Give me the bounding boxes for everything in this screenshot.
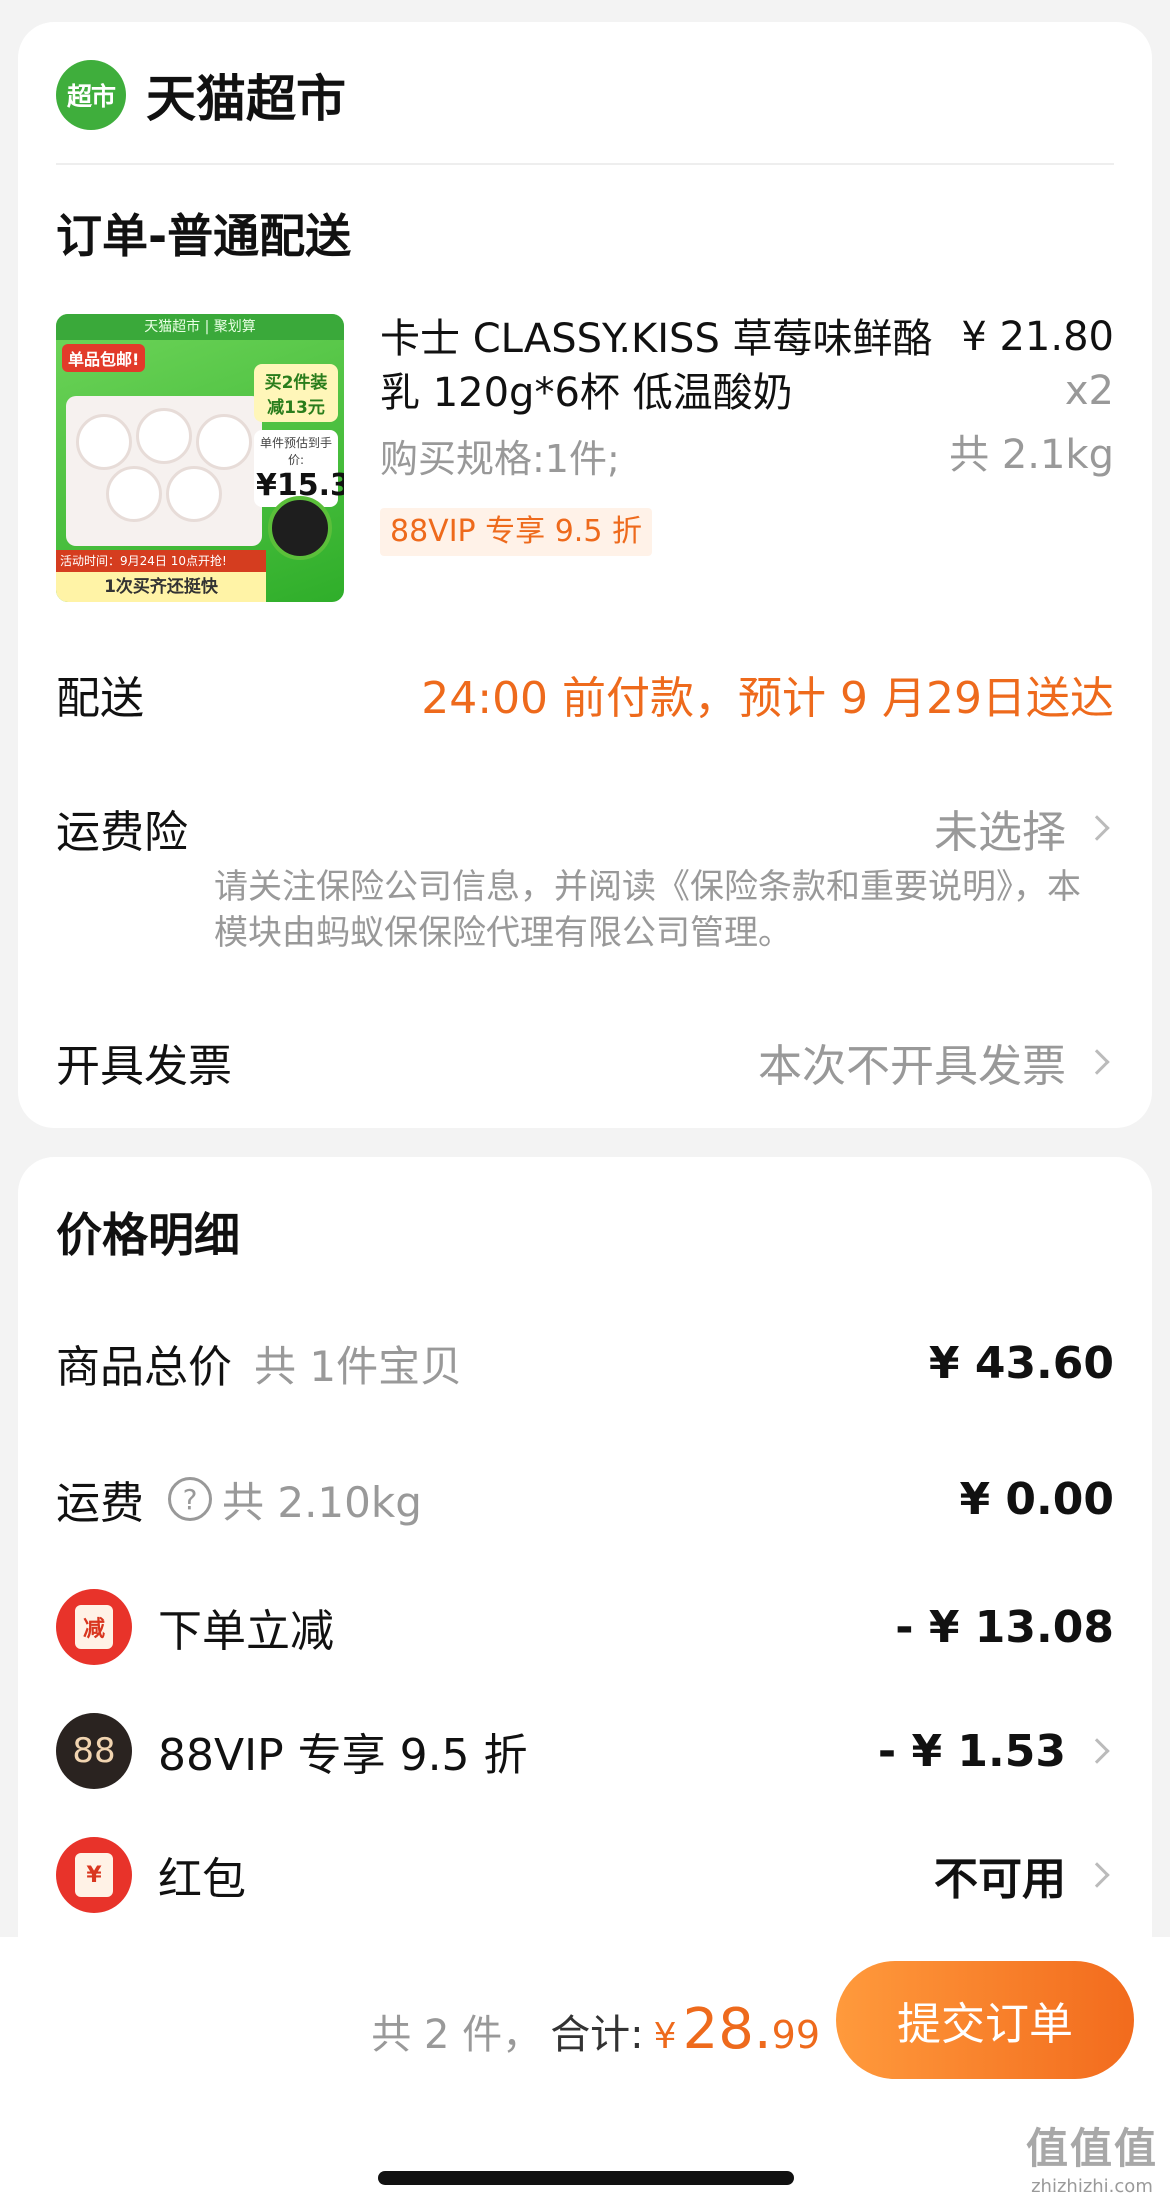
- red-packet-value[interactable]: 不可用: [934, 1837, 1114, 1913]
- home-indicator[interactable]: [378, 2171, 794, 2185]
- shipping-insurance-value[interactable]: 未选择: [934, 796, 1114, 860]
- discount-badge-icon: 减: [56, 1589, 132, 1665]
- item-count: 共 2 件，: [371, 2012, 543, 2058]
- help-question-icon[interactable]: ?: [168, 1477, 212, 1521]
- watermark-url: zhizhizhi.com: [1031, 2176, 1153, 2197]
- shop-header[interactable]: 超市 天猫超市: [56, 60, 346, 130]
- red-packet-icon-text: ¥: [75, 1853, 113, 1897]
- instant-discount-row: 减 下单立减: [56, 1589, 334, 1665]
- shipping-insurance-label: 运费险: [56, 807, 188, 858]
- chevron-right-icon: [1084, 815, 1110, 841]
- order-card: 超市 天猫超市 订单-普通配送 天猫超市 | 聚划算 单品包邮! 买2件装 减1…: [18, 22, 1152, 1128]
- vip-discount-chip: 88VIP 专享 9.5 折: [380, 508, 652, 556]
- watermark-logo: 值值值: [1025, 2124, 1158, 2173]
- product-quantity: x2: [1064, 368, 1114, 414]
- shipping-fee-text: 运费: [56, 1478, 144, 1529]
- chevron-right-icon: [1084, 1738, 1110, 1764]
- thumb-price-label: 单件预估到手价:: [259, 436, 332, 467]
- total-amount-dec: 99: [771, 2013, 820, 2057]
- product-title-text: 卡士 CLASSY.KISS 草莓味鲜酪乳 120g*6杯 低温酸奶: [380, 316, 933, 416]
- shop-name: 天猫超市: [146, 70, 346, 128]
- total-currency: ¥: [653, 2016, 677, 2057]
- tmall-supermarket-logo: 超市: [56, 60, 126, 130]
- red-packet-icon: ¥: [56, 1837, 132, 1913]
- divider: [56, 163, 1114, 165]
- insurance-note: 请关注保险公司信息，并阅读《保险条款和重要说明》，本模块由蚂蚁保保险代理有限公司…: [214, 867, 1081, 953]
- delivery-eta: 24:00 前付款，预计 9 月29日送达: [421, 673, 1114, 724]
- product-spec[interactable]: 购买规格:1件;: [380, 428, 620, 483]
- product-title[interactable]: 卡士 CLASSY.KISS 草莓味鲜酪乳 120g*6杯 低温酸奶: [380, 312, 940, 420]
- total-label: 合计:: [550, 2012, 644, 2058]
- checkout-bar: 共 2 件， 合计: ¥ 28. 99 提交订单 值值值 zhizhizhi.c…: [0, 1937, 1170, 2205]
- product-weight: 共 2.1kg: [949, 432, 1114, 478]
- product-thumbnail[interactable]: 天猫超市 | 聚划算 单品包邮! 买2件装 减13元 单件预估到手价: ¥15.…: [56, 314, 344, 602]
- product-price: ¥ 21.80: [961, 314, 1114, 360]
- thumb-band: 天猫超市 | 聚划算: [56, 314, 344, 340]
- instant-discount-value: - ¥ 13.08: [895, 1589, 1114, 1665]
- price-detail-card: 价格明细 商品总价 共 1件宝贝 ¥ 43.60 运费 ? 共 2.10kg ¥…: [18, 1157, 1152, 1947]
- shipping-insurance-status: 未选择: [934, 807, 1066, 858]
- goods-total-text: 商品总价: [56, 1342, 232, 1393]
- vip-discount-row[interactable]: 88 88VIP 专享 9.5 折: [56, 1713, 528, 1789]
- delivery-value: 24:00 前付款，预计 9 月29日送达: [421, 662, 1114, 726]
- yogurt-cup-icon: [76, 414, 132, 470]
- total-amount-int: 28.: [682, 1997, 772, 2062]
- watermark: 值值值 zhizhizhi.com: [1026, 2115, 1158, 2197]
- goods-count: 共 1件宝贝: [254, 1341, 463, 1391]
- discount-icon-text: 减: [75, 1605, 113, 1649]
- instant-discount-amount: - ¥ 13.08: [895, 1601, 1114, 1653]
- red-packet-row[interactable]: ¥ 红包: [56, 1837, 246, 1913]
- thumb-promo: 买2件装 减13元: [254, 364, 338, 422]
- delivery-label: 配送: [56, 673, 144, 724]
- price-detail-title: 价格明细: [56, 1208, 240, 1262]
- chevron-right-icon: [1084, 1862, 1110, 1888]
- yogurt-cup-icon: [166, 466, 222, 522]
- tmall-cat-mascot-icon: [268, 496, 332, 560]
- goods-total-value: ¥ 43.60: [928, 1337, 1114, 1389]
- yogurt-cup-icon: [136, 408, 192, 464]
- invoice-value[interactable]: 本次不开具发票: [758, 1030, 1114, 1094]
- shipping-fee-value: ¥ 0.00: [959, 1473, 1115, 1525]
- product-pack-image: [66, 396, 262, 546]
- yogurt-cup-icon: [196, 414, 252, 470]
- red-packet-status: 不可用: [934, 1854, 1066, 1905]
- yogurt-cup-icon: [106, 466, 162, 522]
- invoice-status: 本次不开具发票: [758, 1041, 1066, 1092]
- thumb-activity: 活动时间：9月24日 10点开抢!: [56, 550, 266, 572]
- chevron-right-icon: [1084, 1049, 1110, 1075]
- thumb-tag: 单品包邮!: [62, 344, 146, 372]
- order-total: 共 2 件， 合计: ¥ 28. 99: [371, 1997, 820, 2062]
- thumb-footer: 1次买齐还挺快: [56, 572, 266, 602]
- order-section-title: 订单-普通配送: [56, 209, 352, 263]
- shipping-fee-label: 运费 ? 共 2.10kg: [56, 1469, 422, 1529]
- instant-discount-label: 下单立减: [158, 1606, 334, 1657]
- vip-discount-value[interactable]: - ¥ 1.53: [878, 1713, 1114, 1789]
- vip-discount-label: 88VIP 专享 9.5 折: [158, 1730, 528, 1781]
- goods-total-label: 商品总价 共 1件宝贝: [56, 1333, 463, 1394]
- vip-discount-amount: - ¥ 1.53: [877, 1725, 1066, 1777]
- shipping-weight: 共 2.10kg: [222, 1477, 422, 1527]
- red-packet-label: 红包: [158, 1854, 246, 1905]
- 88vip-icon: 88: [56, 1713, 132, 1789]
- submit-order-button[interactable]: 提交订单: [836, 1961, 1134, 2079]
- invoice-label: 开具发票: [56, 1041, 232, 1092]
